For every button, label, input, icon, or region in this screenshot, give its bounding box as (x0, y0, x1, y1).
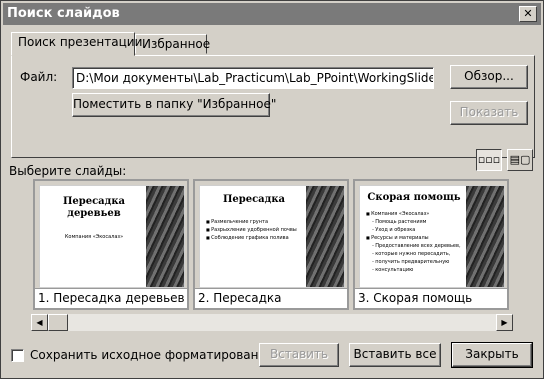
tree-decoration-image (146, 186, 184, 287)
tree-decoration-image (466, 186, 504, 287)
slide-subtitle: Компания «Экосалаз» (64, 234, 124, 240)
scroll-left-icon[interactable]: ◀ (31, 314, 48, 331)
slide-bullet: получить предварительную (366, 258, 462, 266)
close-button[interactable]: Закрыть (451, 342, 533, 368)
slide-caption: 3. Скорая помощь (355, 288, 507, 308)
slide-bullet: Уход и обрезка (366, 226, 462, 234)
insert-all-button[interactable]: Вставить все (349, 343, 441, 367)
close-icon[interactable]: ✕ (519, 6, 537, 22)
scroll-right-icon[interactable]: ▶ (496, 314, 513, 331)
slide-title: Скорая помощь (367, 192, 461, 203)
find-presentation-panel: Файл: D:\Мои документы\Lab_Practicum\Lab… (11, 55, 535, 158)
tab-find-presentation[interactable]: Поиск презентации (11, 32, 142, 56)
file-label: Файл: (20, 70, 58, 84)
slide-bullet: Ресурсы и материалы (366, 234, 462, 242)
slide-bullet: Предоставление всех деревьев, (366, 242, 462, 250)
slide-thumbnail-1[interactable]: Пересадка деревьев Компания «Экосалаз» 1… (33, 179, 189, 310)
detail-view-icon[interactable]: ▤▢ (507, 149, 533, 171)
slide-bullets: Размельчение грунта Разрыхление удобренн… (206, 218, 302, 242)
slide-bullet: Помощь растениям (366, 218, 462, 226)
slide-finder-dialog: Поиск слайдов ✕ Поиск презентации Избран… (0, 0, 544, 379)
slide-thumbnail-2[interactable]: Пересадка Размельчение грунта Разрыхлени… (193, 179, 349, 310)
slide-bullet: которые нужно пересадить, (366, 250, 462, 258)
slide-preview: Пересадка деревьев Компания «Экосалаз» (39, 185, 185, 288)
browse-button[interactable]: Обзор... (450, 65, 528, 89)
tab-favorites[interactable]: Избранное (135, 34, 210, 54)
slide-bullet: Соблюдение графика полива (206, 234, 302, 242)
keep-formatting-checkbox[interactable] (11, 349, 24, 362)
slide-bullet: консультацию (366, 266, 462, 274)
slide-preview: Пересадка Размельчение грунта Разрыхлени… (199, 185, 345, 288)
slide-bullet: Компания «Экосалаз» (366, 210, 462, 218)
slide-caption: 1. Пересадка деревьев (35, 288, 187, 308)
select-slides-label: Выберите слайды: (9, 164, 127, 178)
tree-decoration-image (306, 186, 344, 287)
dialog-title: Поиск слайдов (7, 6, 120, 21)
slide-title: Пересадка (222, 194, 286, 205)
slide-thumbnails: Пересадка деревьев Компания «Экосалаз» 1… (31, 179, 513, 312)
keep-formatting-label: Сохранить исходное форматирование (30, 348, 274, 362)
file-path-input[interactable]: D:\Мои документы\Lab_Practicum\Lab_PPoin… (72, 67, 434, 89)
add-to-favorites-button[interactable]: Поместить в папку "Избранное" (72, 93, 276, 117)
insert-button[interactable]: Вставить (259, 343, 339, 367)
slide-bullets: Компания «Экосалаз» Помощь растениям Ухо… (366, 210, 462, 274)
thumbnail-view-icon[interactable]: ▫▫▫ (476, 149, 502, 171)
slide-preview: Скорая помощь Компания «Экосалаз» Помощь… (359, 185, 505, 288)
title-bar: Поиск слайдов ✕ (3, 3, 541, 25)
scrollbar-thumb[interactable] (48, 314, 68, 331)
slide-bullet: Разрыхление удобренной почвы (206, 226, 302, 234)
slide-thumbnail-3[interactable]: Скорая помощь Компания «Экосалаз» Помощь… (353, 179, 509, 310)
slide-caption: 2. Пересадка (195, 288, 347, 308)
slide-title: Пересадка деревьев (62, 196, 126, 219)
slide-bullet: Размельчение грунта (206, 218, 302, 226)
horizontal-scrollbar[interactable]: ◀ ▶ (31, 314, 513, 331)
show-button[interactable]: Показать (450, 101, 528, 125)
